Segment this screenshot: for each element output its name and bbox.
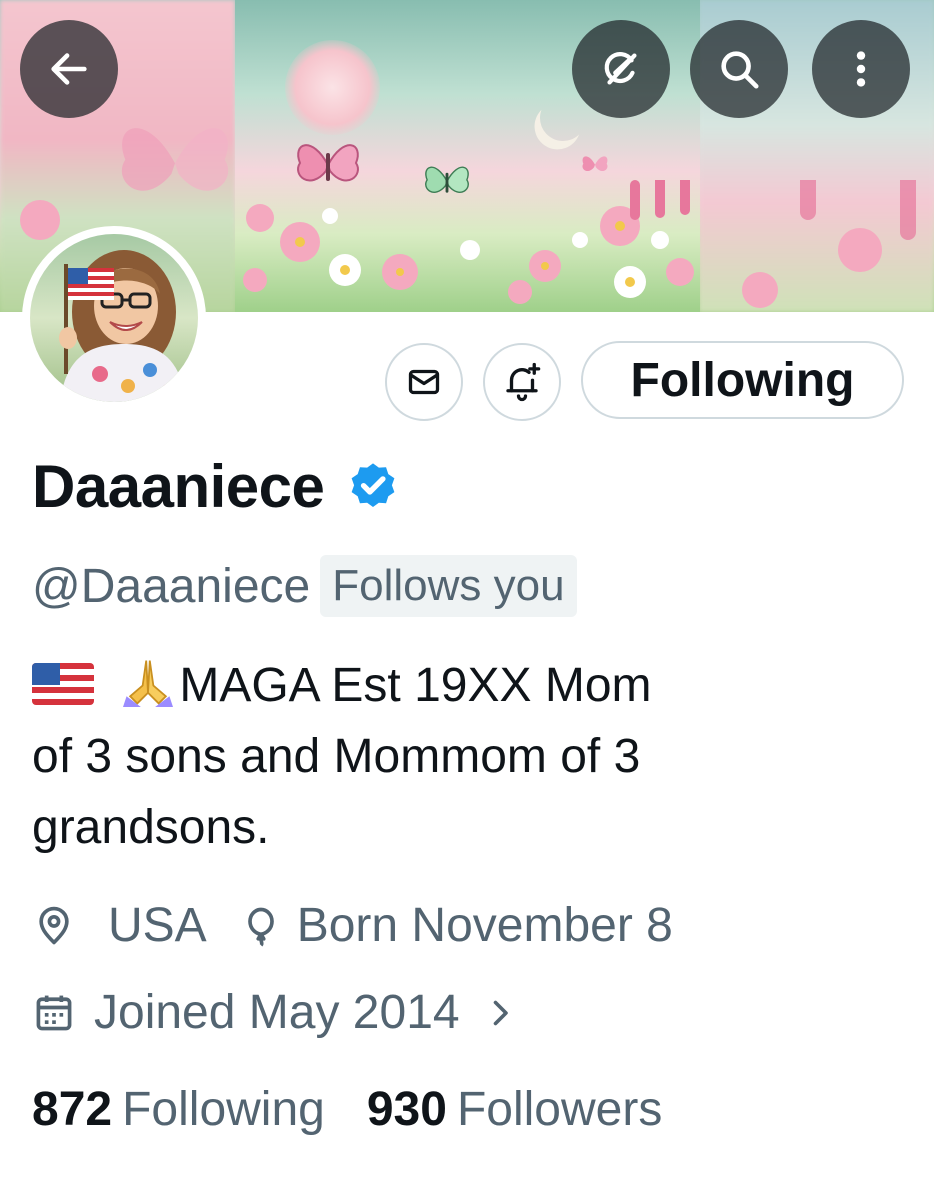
us-flag-emoji-icon bbox=[32, 663, 94, 705]
following-count: 872 bbox=[32, 1083, 113, 1136]
followers-stat[interactable]: 930 Followers bbox=[367, 1082, 662, 1137]
profile-avatar[interactable] bbox=[22, 226, 206, 410]
location-text: USA bbox=[108, 899, 207, 952]
envelope-icon bbox=[408, 369, 440, 395]
profile-name-row: Daaaniece bbox=[32, 452, 400, 521]
more-vertical-icon bbox=[856, 51, 866, 87]
location-pin-icon bbox=[39, 906, 69, 944]
followers-label: Followers bbox=[456, 1083, 663, 1136]
avatar-illustration bbox=[59, 250, 186, 402]
followers-count: 930 bbox=[366, 1083, 447, 1136]
following-stat[interactable]: 872 Following bbox=[32, 1082, 325, 1137]
avatar-image bbox=[30, 234, 198, 402]
following-button[interactable]: Following bbox=[581, 341, 904, 419]
praying-hands-emoji-icon bbox=[123, 660, 174, 707]
banner-sun bbox=[285, 40, 380, 135]
follows-you-badge: Follows you bbox=[320, 555, 577, 617]
butterfly-icon bbox=[582, 156, 608, 172]
profile-meta-row: USA Born November 8 bbox=[32, 898, 673, 953]
back-button[interactable] bbox=[20, 20, 118, 118]
calendar-icon bbox=[36, 995, 72, 1030]
grok-icon bbox=[604, 52, 637, 85]
username-handle: @Daaaniece bbox=[32, 559, 311, 613]
more-options-button[interactable] bbox=[812, 20, 910, 118]
birthday-text: Born November 8 bbox=[296, 899, 673, 952]
joined-date-text: Joined May 2014 bbox=[94, 986, 460, 1039]
notifications-button[interactable] bbox=[483, 343, 561, 421]
message-button[interactable] bbox=[385, 343, 463, 421]
bio-text-line-2: of 3 sons and Mommom of 3 bbox=[32, 730, 641, 783]
search-icon bbox=[721, 51, 759, 89]
bell-plus-icon bbox=[506, 362, 541, 402]
display-name: Daaaniece bbox=[32, 453, 325, 520]
bio-text-line-1: MAGA Est 19XX Mom bbox=[179, 659, 652, 712]
bio-text-line-3: grandsons. bbox=[32, 801, 270, 854]
grok-button[interactable] bbox=[572, 20, 670, 118]
chevron-right-icon bbox=[493, 1000, 508, 1025]
profile-joined-row[interactable]: Joined May 2014 bbox=[32, 985, 518, 1040]
profile-handle-row: @Daaaniece Follows you bbox=[32, 555, 577, 617]
verified-badge-icon[interactable] bbox=[346, 460, 400, 514]
bio-line: MAGA Est 19XX Mom bbox=[32, 650, 792, 721]
birthday-balloon-icon bbox=[247, 907, 274, 947]
profile-bio: MAGA Est 19XX Mom of 3 sons and Mommom o… bbox=[32, 650, 792, 863]
search-button[interactable] bbox=[690, 20, 788, 118]
following-label: Following bbox=[122, 1083, 325, 1136]
profile-stats: 872 Following 930 Followers bbox=[32, 1082, 662, 1137]
arrow-left-icon bbox=[51, 53, 87, 85]
